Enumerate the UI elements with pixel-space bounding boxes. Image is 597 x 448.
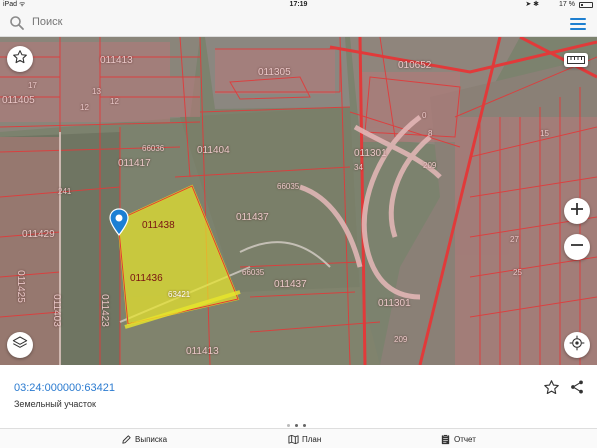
cadastral-label: 66036 <box>142 144 165 153</box>
satellite-imagery <box>0 37 597 365</box>
battery-percent: 17 % <box>559 1 575 8</box>
cadastral-number[interactable]: 03:24:000000:63421 <box>14 382 115 394</box>
cadastral-label: 011423 <box>98 294 110 327</box>
map-icon <box>288 434 299 445</box>
bottom-tab-bar: Выписка План Отчет <box>0 428 597 448</box>
cadastral-label: 12 <box>110 97 119 106</box>
ruler-icon <box>567 51 585 69</box>
tab-plan[interactable]: План <box>288 432 321 446</box>
zoom-in-button[interactable] <box>564 198 590 224</box>
cadastral-label: 17 <box>28 81 37 90</box>
parcel-info-panel: 03:24:000000:63421 Земельный участок <box>0 365 597 428</box>
tab-otchet[interactable]: Отчет <box>440 432 476 446</box>
star-icon[interactable] <box>543 379 560 401</box>
battery-icon <box>579 2 593 8</box>
share-icon[interactable] <box>569 379 585 400</box>
cadastral-label: 011403 <box>50 294 62 327</box>
layers-button[interactable] <box>7 332 33 358</box>
plus-icon <box>570 202 584 221</box>
tab-vypiska[interactable]: Выписка <box>121 432 167 446</box>
cadastral-label: 25 <box>513 268 522 277</box>
cadastral-label: 66035 <box>242 268 265 277</box>
cadastral-label: 011429 <box>22 229 55 240</box>
cadastral-label: 011417 <box>118 158 151 169</box>
cadastral-label: 011413 <box>100 55 133 66</box>
cadastral-label: 13 <box>92 87 101 96</box>
cadastral-label: 0 <box>422 111 427 120</box>
cadastral-label: 66035 <box>277 182 300 191</box>
cadastral-label: 63421 <box>168 290 191 299</box>
cadastral-label: 011436 <box>130 273 163 284</box>
cadastral-label: 8 <box>428 129 433 138</box>
cadastral-label: 011413 <box>186 346 219 357</box>
layers-icon <box>12 335 28 356</box>
cadastral-label: 011438 <box>142 220 175 231</box>
my-location-button[interactable] <box>564 332 590 358</box>
location-arrow-icon: ➤ ✱ <box>525 1 539 8</box>
search-icon <box>9 15 25 36</box>
cadastral-label: 011405 <box>2 95 35 106</box>
cadastral-label: 241 <box>58 187 72 196</box>
cadastral-label: 27 <box>510 235 519 244</box>
cadastral-label: 011301 <box>354 148 387 159</box>
page-dot <box>287 424 290 427</box>
cadastral-label: 011301 <box>378 298 411 309</box>
cadastral-label: 209 <box>423 161 437 170</box>
tab-label: Выписка <box>135 434 168 444</box>
page-dot <box>303 424 306 427</box>
cadastral-label: 010652 <box>398 60 432 71</box>
status-bar: iPad ᯤ 17:19 ➤ ✱ 17 % <box>0 0 597 10</box>
cadastral-label: 15 <box>540 129 549 138</box>
cadastral-label: 12 <box>80 103 89 112</box>
ruler-button[interactable] <box>564 53 588 67</box>
location-pin-icon[interactable] <box>109 208 129 241</box>
cadastral-label: 011305 <box>258 67 291 78</box>
cadastral-label: 34 <box>354 163 363 172</box>
crosshair-icon <box>569 335 585 356</box>
cadastral-label: 011404 <box>197 145 230 156</box>
parcel-type: Земельный участок <box>14 399 96 409</box>
tab-label: Отчет <box>454 434 476 444</box>
zoom-out-button[interactable] <box>564 234 590 260</box>
search-input[interactable] <box>32 16 532 28</box>
favorite-button[interactable] <box>7 46 33 72</box>
clock: 17:19 <box>289 1 308 8</box>
cadastral-label: 011437 <box>274 279 307 290</box>
search-bar <box>0 10 597 37</box>
tab-label: План <box>302 434 322 444</box>
star-outline-icon <box>12 49 28 70</box>
hamburger-menu-icon[interactable] <box>570 18 586 30</box>
minus-icon <box>570 238 584 257</box>
page-dot-active <box>295 424 298 427</box>
map-view[interactable]: 011413 011305 010652 011405 66036 011417… <box>0 37 597 365</box>
cadastral-label: 011425 <box>14 270 26 303</box>
cadastral-label: 209 <box>394 335 408 344</box>
cadastral-label: 011437 <box>236 212 269 223</box>
pencil-icon <box>121 434 132 445</box>
clipboard-icon <box>440 433 451 445</box>
